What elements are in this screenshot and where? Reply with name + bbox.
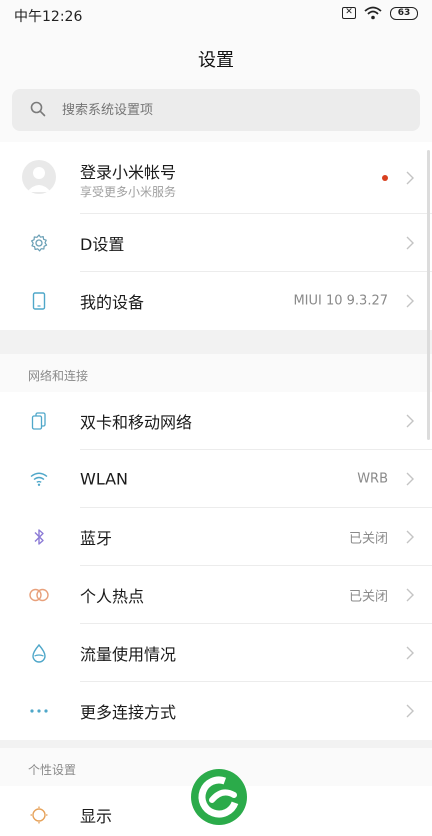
chevron-right-icon [406,414,414,428]
settings-item-dual-sim[interactable]: 双卡和移动网络 [0,392,432,450]
title-bar: 设置 [0,30,432,86]
wifi-status-icon [364,6,382,20]
scrollbar[interactable] [427,150,430,440]
chevron-right-icon [406,236,414,250]
settings-item-value: 已关闭 [348,589,388,605]
mi-account-row[interactable]: 登录小米帐号 享受更多小米服务 [0,142,432,214]
search-icon [30,101,46,117]
settings-item-label: 双卡和移动网络 [80,413,193,432]
notification-dot [382,175,388,181]
settings-item-hotspot[interactable]: 个人热点 已关闭 [0,566,432,624]
gear-icon [28,232,50,254]
page-title: 设置 [198,50,234,71]
battery-icon: 63 [390,6,418,20]
more-dots-icon [28,700,50,722]
settings-item-label: 显示 [80,807,113,826]
chevron-right-icon [406,704,414,718]
settings-item-label: WLAN [80,469,129,489]
search-box[interactable] [12,89,420,131]
hotspot-icon [28,584,50,606]
phone-icon [28,290,50,312]
settings-item-data-usage[interactable]: 流量使用情况 [0,624,432,682]
settings-item-label: D设置 [80,235,125,254]
search-input[interactable] [62,89,402,131]
section-header-network: 网络和连接 [0,354,432,392]
chevron-right-icon [406,588,414,602]
account-title: 登录小米帐号 [80,163,177,182]
water-drop-icon [28,642,50,664]
settings-item-value: MIUI 10 9.3.27 [293,293,388,309]
no-sim-icon: ✕ [342,7,356,19]
settings-item-label: 蓝牙 [80,529,113,548]
settings-item-label: 流量使用情况 [80,645,177,664]
chevron-right-icon [406,294,414,308]
chevron-right-icon [406,171,414,185]
section-header-label: 网络和连接 [28,369,89,383]
settings-item-bluetooth[interactable]: 蓝牙 已关闭 [0,508,432,566]
bluetooth-icon [28,526,50,548]
settings-item-wlan[interactable]: WLAN WRB [0,450,432,508]
settings-item-value: WRB [357,471,388,487]
avatar [22,160,56,194]
section-header-label: 个性设置 [28,763,77,777]
settings-item-label: 个人热点 [80,587,145,606]
settings-item-value: 已关闭 [348,531,388,547]
chevron-right-icon [406,472,414,486]
settings-item-label: 更多连接方式 [80,703,177,722]
app-logo-icon[interactable] [190,768,248,826]
settings-item-my-device[interactable]: 我的设备 MIUI 10 9.3.27 [0,272,432,330]
settings-item-more-connections[interactable]: 更多连接方式 [0,682,432,740]
account-subtitle: 享受更多小米服务 [80,185,177,199]
wifi-icon [28,468,50,490]
search-area [0,86,432,142]
chevron-right-icon [406,646,414,660]
chevron-right-icon [406,530,414,544]
network-group: 双卡和移动网络 WLAN WRB 蓝牙 已关闭 个人热点 已关闭 流量使用情况 … [0,392,432,740]
status-time: 中午12:26 [14,9,83,25]
status-bar: 中午12:26 ✕ 63 [0,0,432,30]
dual-sim-icon [28,410,50,432]
sun-icon [28,804,50,826]
settings-item-label: 我的设备 [80,293,145,312]
account-group: 登录小米帐号 享受更多小米服务 D设置 我的设备 MIUI 10 9.3.27 [0,142,432,330]
settings-item-d[interactable]: D设置 [0,214,432,272]
status-icons: ✕ 63 [342,6,418,20]
